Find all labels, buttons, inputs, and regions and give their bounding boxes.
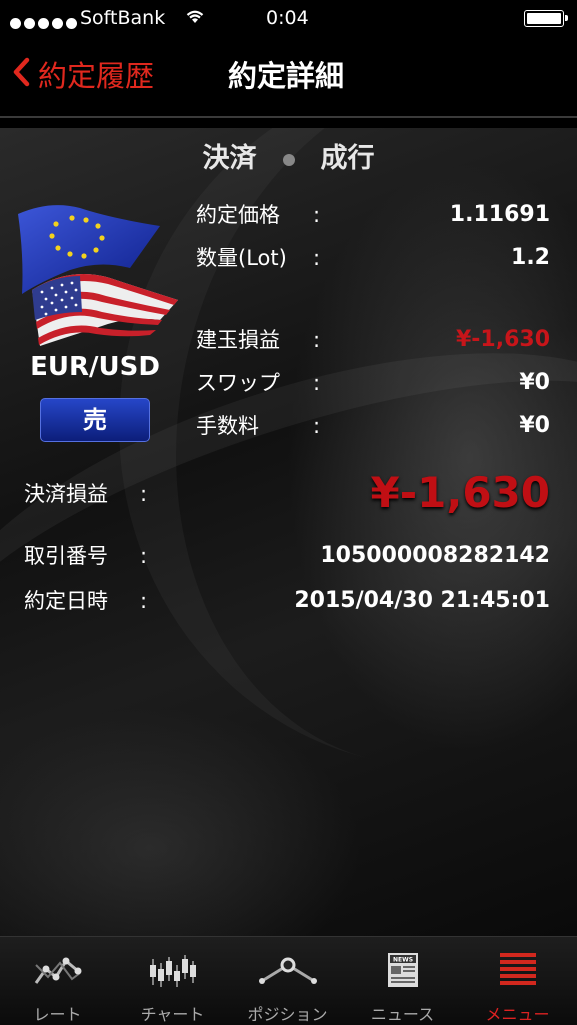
detail-row-position-pl: 建玉損益 : ¥-1,630 xyxy=(0,325,577,355)
detail-label: スワップ xyxy=(196,371,280,395)
tab-rate[interactable]: レート xyxy=(0,937,115,1025)
news-badge-text: NEWS xyxy=(393,957,413,964)
tab-label: メニュー xyxy=(485,1005,550,1024)
detail-value: 1.2 xyxy=(511,245,550,270)
clock: 0:04 xyxy=(266,7,309,29)
info-row-trade-datetime: 約定日時 : 2015/04/30 21:45:01 xyxy=(0,586,577,616)
separator-dot-icon xyxy=(282,153,295,166)
order-type: 成行 xyxy=(320,143,375,174)
wifi-icon xyxy=(184,7,206,30)
signal-strength-icon xyxy=(10,12,80,34)
detail-value: ¥-1,630 xyxy=(455,327,550,352)
back-button-label: 約定履歴 xyxy=(38,59,155,93)
detail-row-quantity: 数量(Lot) : 1.2 xyxy=(0,243,577,273)
back-button[interactable]: 約定履歴 xyxy=(12,56,154,96)
info-value: 105000008282142 xyxy=(320,543,550,568)
navigation-bar: 約定履歴 約定詳細 xyxy=(0,38,577,118)
detail-label: 数量(Lot) xyxy=(196,246,287,270)
position-icon xyxy=(259,957,317,984)
battery-icon xyxy=(524,10,568,27)
detail-label: 手数料 xyxy=(196,414,259,438)
detail-row-commission: 手数料 : ¥0 xyxy=(0,411,577,441)
tab-bar: レート チャート ポジション NEWS ニュース メニュー xyxy=(0,936,577,1025)
info-row-trade-number: 取引番号 : 105000008282142 xyxy=(0,541,577,571)
chart-icon xyxy=(150,955,196,987)
detail-label: 約定価格 xyxy=(196,203,280,227)
news-icon: NEWS xyxy=(388,953,418,987)
tab-label: ポジション xyxy=(247,1005,328,1024)
tab-label: ニュース xyxy=(370,1005,435,1024)
tab-chart[interactable]: チャート xyxy=(115,937,230,1025)
info-label: 約定日時 xyxy=(24,589,108,613)
tab-position[interactable]: ポジション xyxy=(230,937,345,1025)
carrier-name: SoftBank xyxy=(80,7,166,29)
detail-row-price: 約定価格 : 1.11691 xyxy=(0,200,577,230)
status-bar: SoftBank 0:04 xyxy=(0,0,577,38)
settlement-value: ¥-1,630 xyxy=(370,468,550,517)
detail-row-swap: スワップ : ¥0 xyxy=(0,368,577,398)
trade-type-header: 決済 成行 xyxy=(0,136,577,175)
tab-menu[interactable]: メニュー xyxy=(460,937,575,1025)
chevron-left-icon xyxy=(12,56,30,96)
detail-value: 1.11691 xyxy=(449,202,550,227)
tab-label: チャート xyxy=(140,1005,205,1024)
menu-icon xyxy=(500,953,536,985)
tab-label: レート xyxy=(33,1005,82,1024)
info-value: 2015/04/30 21:45:01 xyxy=(294,588,550,613)
detail-value: ¥0 xyxy=(519,413,550,438)
info-label: 取引番号 xyxy=(24,544,108,568)
page-title: 約定詳細 xyxy=(228,59,345,93)
settlement-label: 決済損益 xyxy=(24,482,108,506)
detail-value: ¥0 xyxy=(519,370,550,395)
tab-news[interactable]: NEWS ニュース xyxy=(345,937,460,1025)
trade-type: 決済 xyxy=(202,143,257,174)
detail-label: 建玉損益 xyxy=(196,328,280,352)
rate-icon xyxy=(34,957,82,984)
